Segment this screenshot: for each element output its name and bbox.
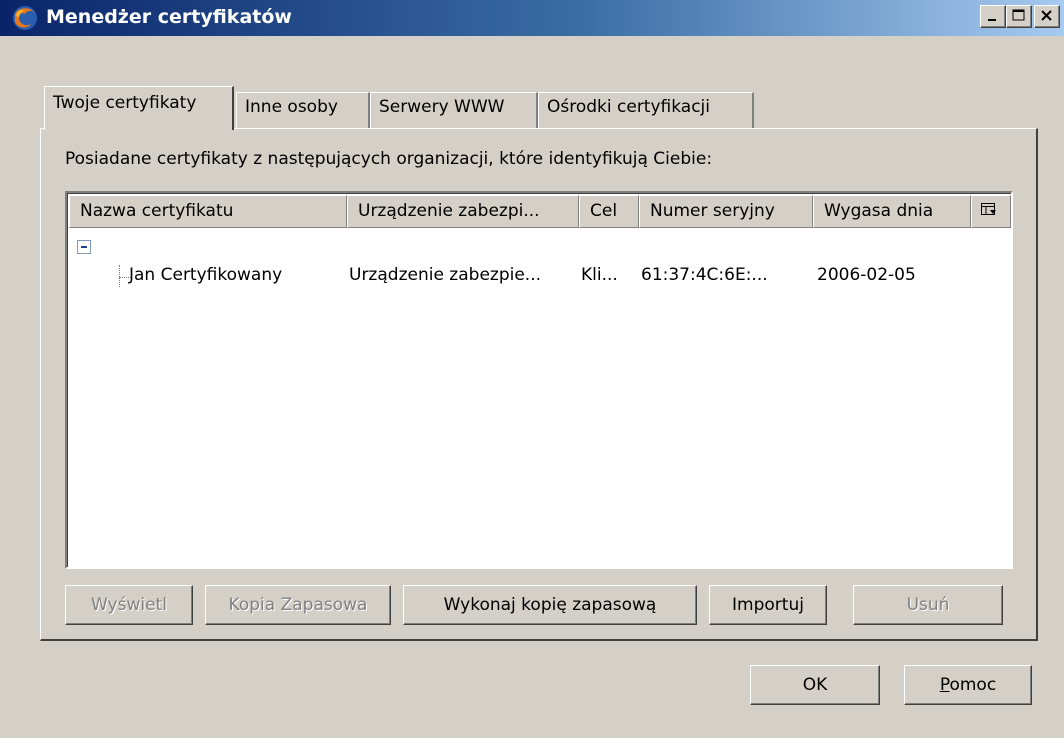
close-button[interactable] <box>1034 5 1060 28</box>
backup-all-button[interactable]: Wykonaj kopię zapasową <box>403 585 697 625</box>
certificate-tree[interactable]: Nazwa certyfikatu Urządzenie zabezpi... … <box>65 191 1013 569</box>
certificate-manager-window: Menedżer certyfikatów Twoje certyfikaty … <box>0 0 1064 738</box>
help-button[interactable]: Pomoc <box>904 665 1032 705</box>
panel-intro-text: Posiadane certyfikaty z następujących or… <box>65 149 713 169</box>
close-icon <box>1041 10 1052 21</box>
cell-device: Urządzenie zabezpie... <box>349 265 542 285</box>
tab-certificate-authorities[interactable]: Ośrodki certyfikacji <box>538 92 754 128</box>
tab-other-people[interactable]: Inne osoby <box>236 92 370 128</box>
column-picker-icon <box>981 203 996 215</box>
import-button[interactable]: Importuj <box>709 585 827 625</box>
minimize-icon <box>988 19 996 21</box>
tab-your-certificates[interactable]: Twoje certyfikaty <box>44 86 234 130</box>
title-bar[interactable]: Menedżer certyfikatów <box>0 0 1064 36</box>
backup-button[interactable]: Kopia Zapasowa <box>205 585 391 625</box>
ok-button[interactable]: OK <box>750 665 880 705</box>
help-label-rest: omoc <box>949 675 997 695</box>
view-button[interactable]: Wyświetl <box>65 585 193 625</box>
tab-panel: Posiadane certyfikaty z następujących or… <box>40 128 1038 641</box>
column-picker-button[interactable] <box>971 195 1011 228</box>
tab-web-servers[interactable]: Serwery WWW <box>370 92 538 128</box>
maximize-icon <box>1012 9 1025 21</box>
window-title: Menedżer certyfikatów <box>46 6 292 28</box>
minimize-button[interactable] <box>980 5 1006 28</box>
column-header-serial[interactable]: Numer seryjny <box>639 195 813 228</box>
column-header-expires[interactable]: Wygasa dnia <box>813 195 971 228</box>
column-header-purpose[interactable]: Cel <box>579 195 639 228</box>
cell-expires: 2006-02-05 <box>817 265 916 285</box>
tree-connector <box>119 265 120 287</box>
cell-serial: 61:37:4C:6E:... <box>641 265 768 285</box>
column-header-name[interactable]: Nazwa certyfikatu <box>69 195 347 228</box>
cell-purpose: Kli... <box>581 265 618 285</box>
firefox-icon <box>12 5 38 31</box>
maximize-button[interactable] <box>1006 5 1032 28</box>
delete-button[interactable]: Usuń <box>853 585 1003 625</box>
cell-name: Jan Certyfikowany <box>129 265 283 285</box>
column-header-device[interactable]: Urządzenie zabezpi... <box>347 195 579 228</box>
collapse-icon[interactable] <box>77 240 91 254</box>
